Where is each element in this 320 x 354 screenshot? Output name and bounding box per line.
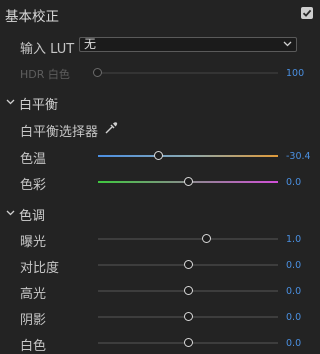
temperature-knob[interactable] [154, 151, 163, 160]
exposure-knob[interactable] [202, 234, 211, 243]
section-collapse-icon[interactable] [6, 99, 15, 105]
highlights-value[interactable]: 0.0 [286, 286, 301, 297]
input-lut-label: 输入 LUT [20, 42, 75, 57]
contrast-label: 对比度 [20, 261, 60, 276]
exposure-label: 曝光 [20, 235, 47, 250]
eyedropper-icon[interactable] [104, 121, 118, 135]
shadows-slider[interactable] [98, 312, 278, 321]
white-balance-picker-label: 白平衡选择器 [20, 125, 99, 140]
hdr-white-knob[interactable] [93, 68, 102, 77]
checkmark-icon [302, 9, 312, 17]
shadows-label: 阴影 [20, 313, 47, 328]
temperature-slider[interactable] [98, 151, 278, 160]
contrast-knob[interactable] [184, 260, 193, 269]
section-collapse-icon[interactable] [6, 210, 15, 216]
whites-knob[interactable] [184, 338, 193, 347]
highlights-label: 高光 [20, 287, 47, 302]
exposure-slider[interactable] [98, 234, 278, 243]
hdr-white-label: HDR 白色 [20, 68, 70, 81]
shadows-knob[interactable] [184, 312, 193, 321]
highlights-knob[interactable] [184, 286, 193, 295]
chevron-down-icon [283, 41, 292, 47]
tone-section-title[interactable]: 色调 [19, 205, 45, 224]
tint-slider[interactable] [98, 177, 278, 186]
exposure-value[interactable]: 1.0 [286, 234, 301, 245]
tint-label: 色彩 [20, 178, 47, 193]
input-lut-dropdown[interactable]: 无 [79, 37, 297, 52]
enable-checkbox[interactable] [301, 7, 313, 19]
contrast-slider[interactable] [98, 260, 278, 269]
whites-label: 白色 [20, 339, 47, 354]
hdr-white-value[interactable]: 100 [286, 68, 304, 79]
contrast-value[interactable]: 0.0 [286, 260, 301, 271]
temperature-label: 色温 [20, 152, 47, 167]
white-balance-section-title[interactable]: 白平衡 [19, 94, 58, 113]
whites-slider[interactable] [98, 338, 278, 347]
input-lut-value: 无 [84, 37, 97, 51]
hdr-white-slider[interactable] [93, 68, 278, 77]
tint-knob[interactable] [184, 177, 193, 186]
temperature-value[interactable]: -30.4 [286, 151, 311, 162]
shadows-value[interactable]: 0.0 [286, 312, 301, 323]
whites-value[interactable]: 0.0 [286, 338, 301, 349]
panel-title: 基本校正 [5, 9, 59, 25]
highlights-slider[interactable] [98, 286, 278, 295]
tint-value[interactable]: 0.0 [286, 177, 301, 188]
